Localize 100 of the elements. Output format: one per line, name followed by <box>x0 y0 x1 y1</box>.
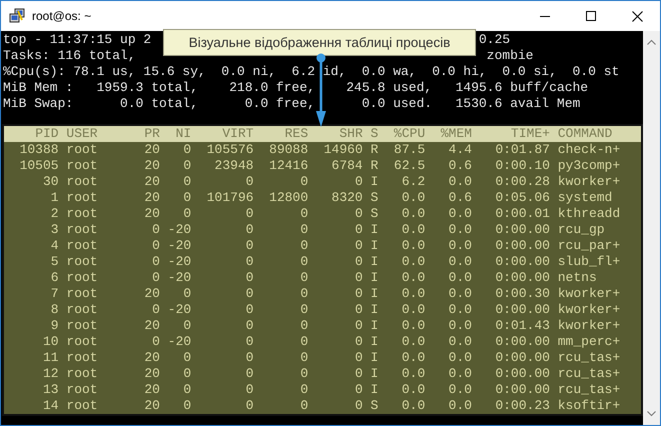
table-cell-text: 14960 <box>322 142 363 158</box>
tooltip: Візуальне відображення таблиці процесів <box>163 29 476 56</box>
table-cell-text: 0 <box>151 334 160 350</box>
table-cell-text: root <box>66 190 99 206</box>
table-cell-text: 0 <box>299 366 308 382</box>
table-cell: I <box>370 350 378 366</box>
table-cell: -20 <box>168 270 192 286</box>
table-cell-text: 0.0 <box>400 286 426 302</box>
table-cell-text: 6.2 <box>400 174 426 190</box>
table-cell-text: 0 <box>244 334 254 350</box>
column-header: RES <box>284 126 308 142</box>
table-cell-text: 0.0 <box>400 318 426 334</box>
table-cell-text: 12416 <box>268 158 308 174</box>
table-cell-text: 0 <box>299 302 308 318</box>
table-cell-text: root <box>66 206 99 222</box>
table-cell-text: 0 <box>244 206 254 222</box>
column-header: VIRT <box>221 126 254 142</box>
table-cell-text: root <box>66 350 99 366</box>
scrollbar[interactable] <box>643 31 660 425</box>
table-cell-text: slub_fl+ <box>558 254 622 270</box>
table-cell-text: 62.5 <box>392 158 426 174</box>
table-cell-text: root <box>66 318 99 334</box>
table-cell-text: kworker+ <box>558 174 622 190</box>
table-cell-text: 12 <box>42 366 59 382</box>
table-cell-text: 0 <box>354 350 363 366</box>
table-cell-text: 20 <box>143 382 160 398</box>
table-cell-text: 7 <box>50 286 59 302</box>
table-cell-text: 0 <box>299 382 308 398</box>
table-cell-text: ksoftir+ <box>558 398 622 414</box>
table-cell-text: 0 <box>151 302 160 318</box>
summary-text: %Cpu(s): 78.1 us, 15.6 sy, 0.0 ni, 6.2 id, 0.0 wa, 0.0 hi, 0.0 si, 0.0 st <box>3 64 620 80</box>
table-cell-text: 0 <box>244 238 254 254</box>
table-cell-text: 0 <box>354 174 363 190</box>
table-cell-text: systemd <box>558 190 614 206</box>
summary-text: Tasks: 116 total, <box>3 48 136 64</box>
table-cell-text: 0 <box>354 206 363 222</box>
table-cell-text: 20 <box>143 286 160 302</box>
table-cell-text: 0 <box>182 286 192 302</box>
table-cell-text: 0:00.00 <box>494 254 550 270</box>
table-cell-text: 0.0 <box>448 206 472 222</box>
table-cell: -20 <box>168 302 192 318</box>
table-cell-text: 0 <box>354 254 363 270</box>
table-cell-text: 20 <box>143 318 160 334</box>
table-cell-text: 89088 <box>268 142 308 158</box>
table-cell-text: 0 <box>182 350 192 366</box>
table-cell-text: root <box>66 398 99 414</box>
table-cell-text: 0 <box>299 334 308 350</box>
summary-text: MiB Swap: 0.0 total, 0.0 free, 0.0 used. 1530.6 avail Mem <box>3 96 580 112</box>
table-cell: -20 <box>168 254 192 270</box>
table-cell-text: 20 <box>143 158 160 174</box>
column-header: %MEM <box>440 126 472 142</box>
column-header: S <box>370 126 378 142</box>
table-cell-text: 30 <box>42 174 59 190</box>
table-cell-text: check-n+ <box>558 142 622 158</box>
table-cell-text: 0.0 <box>448 398 472 414</box>
table-cell-text: 0 <box>182 366 192 382</box>
table-cell-text: 10388 <box>18 142 59 158</box>
table-cell-text: 0 <box>182 206 192 222</box>
column-header: TIME+ <box>510 126 550 142</box>
table-cell-text: 0.0 <box>400 398 426 414</box>
table-cell-text: root <box>66 334 99 350</box>
table-cell-text: 0 <box>244 398 254 414</box>
summary-text: MiB Mem : 1959.3 total, 218.0 free, 245.8 used, 1495.6 buff/cache <box>3 80 588 96</box>
table-cell-text: 10 <box>42 334 59 350</box>
table-cell-text: rcu_tas+ <box>558 350 622 366</box>
table-cell: I <box>370 254 378 270</box>
table-cell-text: 0 <box>182 398 192 414</box>
column-header: SHR <box>338 126 363 142</box>
table-cell-text: 0.0 <box>400 350 426 366</box>
table-cell-text: kworker+ <box>558 302 622 318</box>
maximize-icon[interactable] <box>586 11 596 21</box>
table-cell-text: kthreadd <box>558 206 622 222</box>
computer-icon <box>9 8 26 24</box>
table-cell-text: 87.5 <box>392 142 426 158</box>
table-cell-text: 0:00.01 <box>494 206 550 222</box>
scroll-up-icon[interactable] <box>647 39 656 45</box>
table-cell-text: 10505 <box>18 158 59 174</box>
summary-text: top - 11:37:15 up 2 <box>3 32 152 48</box>
table-cell-text: 8320 <box>330 190 363 206</box>
table-cell-text: 0.0 <box>448 254 472 270</box>
table-cell-text: 0 <box>182 318 192 334</box>
table-cell: I <box>370 366 378 382</box>
scroll-down-icon[interactable] <box>647 411 656 417</box>
table-cell-text: 0:00.00 <box>494 270 550 286</box>
table-cell-text: 3 <box>50 222 59 238</box>
table-cell-text: 0:00.00 <box>494 302 550 318</box>
table-cell-text: 12800 <box>268 190 308 206</box>
table-cell: -20 <box>168 238 192 254</box>
column-header: NI <box>174 126 192 142</box>
close-icon[interactable] <box>632 10 642 22</box>
table-cell-text: root <box>66 302 99 318</box>
column-header: PR <box>143 126 160 142</box>
table-cell-text: 0 <box>151 254 160 270</box>
table-cell: I <box>370 334 378 350</box>
table-cell-text: 0 <box>182 190 192 206</box>
table-cell-text: 23948 <box>214 158 254 174</box>
table-cell-text: 0:01.43 <box>494 318 550 334</box>
table-cell-text: 20 <box>143 142 160 158</box>
table-cell-text: 13 <box>42 382 59 398</box>
table-cell: I <box>370 318 378 334</box>
